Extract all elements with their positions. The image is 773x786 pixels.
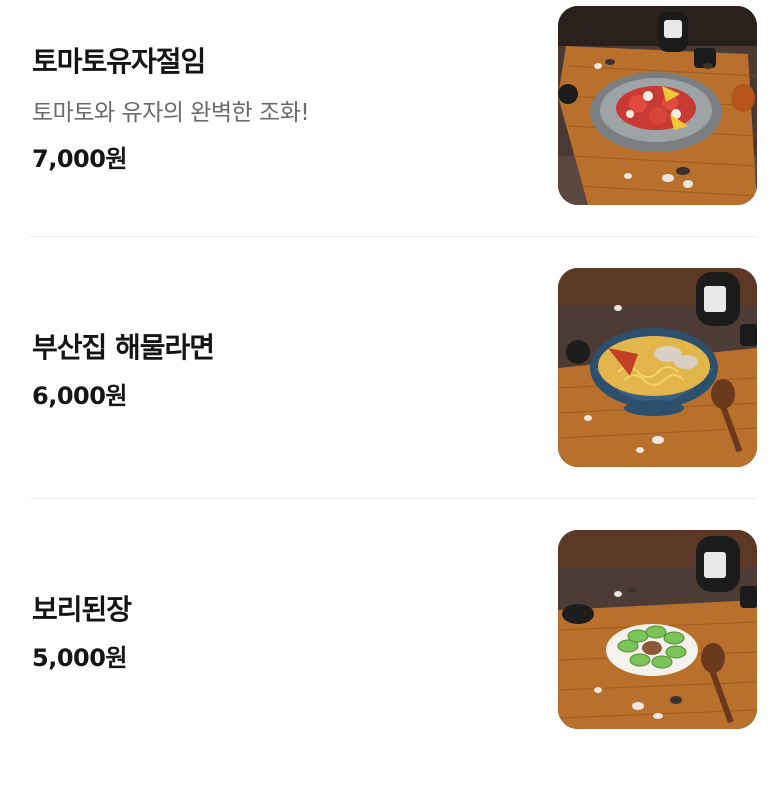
menu-item-price: 6,000원 <box>32 382 128 410</box>
menu-item-price: 5,000원 <box>32 644 128 672</box>
tomato-yuzu-salad-photo <box>558 6 757 205</box>
cucumber-doenjang-photo <box>558 530 757 729</box>
seafood-ramen-photo <box>558 268 757 467</box>
divider <box>30 498 757 499</box>
menu-item-description: 토마토와 유자의 완벽한 조화! <box>32 100 310 126</box>
menu-item-barley-doenjang[interactable]: 보리된장 5,000원 <box>0 524 773 786</box>
menu-item-tomato-yuzu[interactable]: 토마토유자절임 토마토와 유자의 완벽한 조화! 7,000원 <box>0 0 773 262</box>
menu-item-name: 토마토유자절임 <box>32 45 206 78</box>
menu-item-photo <box>558 268 757 467</box>
divider <box>30 236 757 237</box>
menu-item-seafood-ramen[interactable]: 부산집 해물라면 6,000원 <box>0 262 773 524</box>
menu-item-photo <box>558 6 757 205</box>
menu-item-name: 부산집 해물라면 <box>32 331 215 364</box>
menu-item-photo <box>558 530 757 729</box>
menu-item-name: 보리된장 <box>32 593 132 626</box>
menu-list: 토마토유자절임 토마토와 유자의 완벽한 조화! 7,000원 부산집 해물라면… <box>0 0 773 740</box>
menu-item-price: 7,000원 <box>32 145 128 173</box>
